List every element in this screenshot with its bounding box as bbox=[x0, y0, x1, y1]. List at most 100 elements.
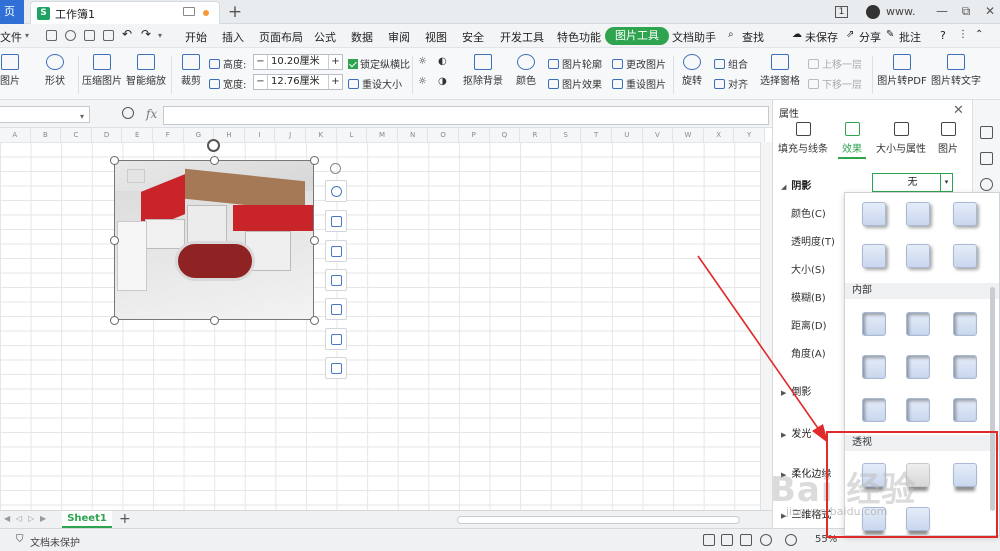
column-header[interactable]: O bbox=[428, 128, 459, 142]
search-button[interactable]: 查找 bbox=[742, 29, 764, 45]
selected-picture[interactable] bbox=[114, 160, 314, 320]
dropdown-scrollbar[interactable] bbox=[990, 287, 995, 511]
float-crop-button[interactable] bbox=[325, 240, 347, 262]
close-button[interactable]: ✕ bbox=[978, 0, 1000, 24]
height-value[interactable]: 10.20厘米 bbox=[271, 55, 320, 69]
column-header[interactable]: Y bbox=[734, 128, 765, 142]
rotate-handle[interactable] bbox=[207, 139, 220, 152]
float-ocr-button[interactable] bbox=[325, 328, 347, 350]
shadow-outer-preset[interactable] bbox=[906, 244, 930, 268]
shadow-inner-preset[interactable] bbox=[906, 398, 930, 422]
width-decrease-button[interactable]: − bbox=[254, 75, 268, 89]
zoom-level[interactable]: 55% bbox=[815, 534, 837, 545]
menu-home[interactable]: 开始 bbox=[185, 29, 207, 45]
page-break-view-icon[interactable] bbox=[760, 534, 772, 546]
resize-picture-button[interactable] bbox=[325, 210, 347, 232]
glow-section-title[interactable]: ▶ 发光 bbox=[781, 425, 811, 440]
contrast-down-button[interactable]: ◑ bbox=[438, 76, 447, 87]
resize-handle-n[interactable] bbox=[210, 156, 219, 165]
avatar[interactable] bbox=[866, 5, 880, 19]
smart-zoom-button[interactable]: 智能缩放 bbox=[126, 54, 166, 87]
shadow-perspective-preset[interactable] bbox=[953, 463, 977, 487]
quick-access-dropdown-icon[interactable]: ▾ bbox=[158, 31, 162, 40]
align-button[interactable]: 对齐 bbox=[714, 76, 748, 91]
share-button[interactable]: 分享 bbox=[859, 29, 881, 45]
picture-effect-button[interactable]: 图片效果 bbox=[548, 76, 602, 91]
column-header[interactable]: Q bbox=[489, 128, 521, 142]
redo-icon[interactable]: ↷ bbox=[141, 27, 151, 41]
menu-page-layout[interactable]: 页面布局 bbox=[259, 29, 303, 45]
resize-handle-nw[interactable] bbox=[110, 156, 119, 165]
add-sheet-button[interactable]: + bbox=[119, 511, 131, 527]
chevron-down-icon[interactable]: ▾ bbox=[940, 174, 952, 191]
collapse-toolbar-button[interactable] bbox=[325, 158, 347, 180]
group-button[interactable]: 组合 bbox=[714, 56, 748, 71]
float-select-button[interactable] bbox=[325, 269, 347, 291]
compress-picture-button[interactable]: 压缩图片 bbox=[82, 54, 122, 87]
column-header[interactable]: S bbox=[550, 128, 582, 142]
column-header[interactable]: W bbox=[673, 128, 704, 142]
print-icon[interactable] bbox=[84, 30, 95, 41]
column-header[interactable]: A bbox=[0, 128, 31, 142]
column-header[interactable]: U bbox=[612, 128, 643, 142]
shadow-perspective-preset[interactable] bbox=[862, 463, 886, 487]
file-dropdown-icon[interactable]: ▾ bbox=[25, 31, 29, 40]
next-sheet-icon[interactable]: ▷ bbox=[28, 514, 34, 523]
column-header[interactable]: L bbox=[336, 128, 368, 142]
cloud-icon[interactable]: ☁ bbox=[792, 29, 802, 40]
shadow-preset-select[interactable]: 无 ▾ bbox=[872, 173, 953, 192]
monitor-icon[interactable] bbox=[183, 7, 195, 16]
column-header[interactable]: R bbox=[520, 128, 551, 142]
resize-handle-ne[interactable] bbox=[310, 156, 319, 165]
column-header[interactable]: E bbox=[122, 128, 153, 142]
menu-view[interactable]: 视图 bbox=[425, 29, 447, 45]
reset-size-button[interactable]: 重设大小 bbox=[348, 76, 402, 91]
comment-icon[interactable]: ✎ bbox=[886, 29, 894, 40]
lock-ratio-checkbox[interactable]: 锁定纵横比 bbox=[348, 56, 410, 71]
menu-review[interactable]: 审阅 bbox=[388, 29, 410, 45]
eye-protect-icon[interactable] bbox=[703, 534, 715, 546]
column-header[interactable]: J bbox=[275, 128, 306, 142]
resize-handle-s[interactable] bbox=[210, 316, 219, 325]
3d-format-section-title[interactable]: ▶ 三维格式 bbox=[781, 506, 831, 521]
remove-background-button[interactable]: 抠除背景 bbox=[460, 54, 506, 87]
menu-developer[interactable]: 开发工具 bbox=[500, 29, 544, 45]
menu-formula[interactable]: 公式 bbox=[314, 29, 336, 45]
collapse-ribbon-icon[interactable]: ⌃ bbox=[975, 29, 983, 40]
shadow-outer-preset[interactable] bbox=[906, 202, 930, 226]
crop-button[interactable]: 裁剪 bbox=[177, 54, 205, 87]
shapes-icon[interactable] bbox=[980, 152, 993, 165]
shadow-inner-preset[interactable] bbox=[906, 355, 930, 379]
contrast-up-button[interactable]: ◐ bbox=[438, 56, 447, 67]
pane-close-button[interactable]: ✕ bbox=[953, 103, 964, 118]
shadow-outer-preset[interactable] bbox=[862, 244, 886, 268]
menu-insert[interactable]: 插入 bbox=[222, 29, 244, 45]
column-header[interactable]: X bbox=[703, 128, 735, 142]
search-icon[interactable]: ⌕ bbox=[728, 29, 734, 40]
new-tab-button[interactable]: + bbox=[227, 1, 243, 23]
column-header[interactable]: V bbox=[642, 128, 674, 142]
help-button[interactable]: ? bbox=[940, 29, 946, 42]
shadow-inner-preset[interactable] bbox=[862, 398, 886, 422]
tab-fill-and-line[interactable]: 填充与线条 bbox=[777, 122, 829, 155]
minimize-button[interactable]: — bbox=[930, 0, 954, 24]
shadow-perspective-preset[interactable] bbox=[906, 507, 930, 531]
soft-edges-section-title[interactable]: ▶ 柔化边缘 bbox=[781, 465, 831, 480]
formula-input[interactable] bbox=[163, 106, 769, 125]
shadow-inner-preset[interactable] bbox=[862, 355, 886, 379]
column-header[interactable]: I bbox=[244, 128, 276, 142]
shadow-perspective-preset[interactable] bbox=[906, 463, 930, 487]
home-tab[interactable]: 页 bbox=[0, 0, 24, 24]
column-header[interactable]: T bbox=[581, 128, 612, 142]
brightness-down-button[interactable]: ☼ bbox=[418, 76, 427, 87]
output-icon[interactable] bbox=[65, 30, 76, 41]
send-backward-button[interactable]: 下移一层 bbox=[808, 76, 862, 91]
last-sheet-icon[interactable]: ▶ bbox=[40, 514, 46, 523]
zoom-in-button[interactable] bbox=[325, 180, 347, 202]
column-header[interactable]: H bbox=[214, 128, 245, 142]
shadow-inner-preset[interactable] bbox=[862, 312, 886, 336]
float-more-button[interactable] bbox=[325, 357, 347, 379]
column-header[interactable]: K bbox=[306, 128, 337, 142]
page-layout-view-icon[interactable] bbox=[740, 534, 752, 546]
shadow-inner-preset[interactable] bbox=[906, 312, 930, 336]
